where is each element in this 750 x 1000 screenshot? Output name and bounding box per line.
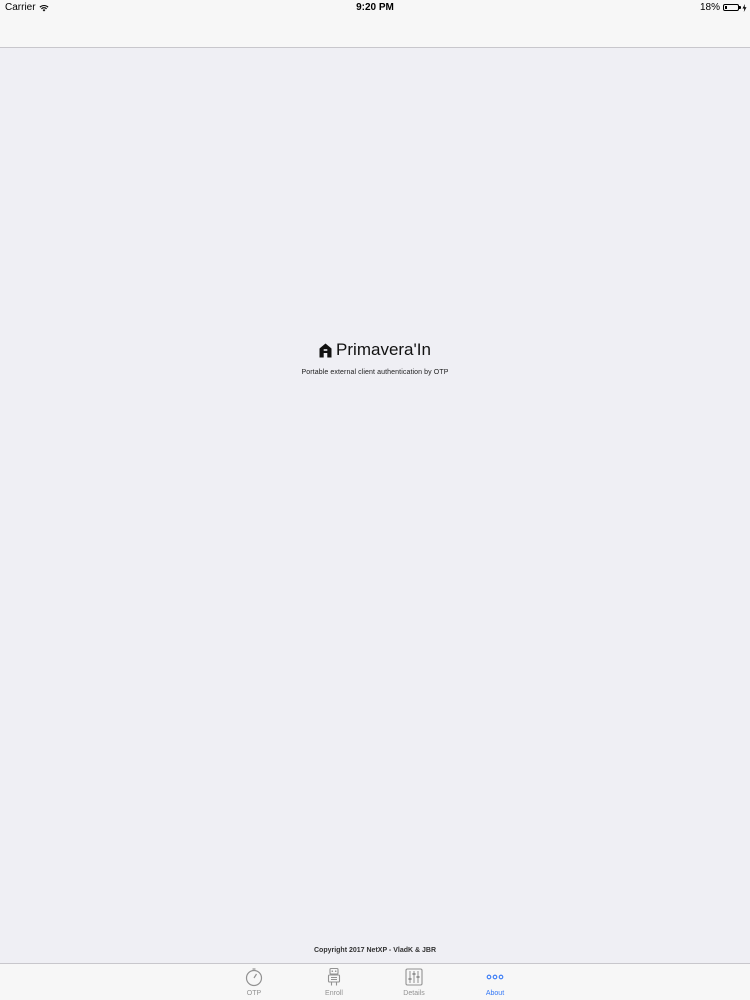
- sliders-icon: [405, 968, 423, 986]
- tab-otp-label: OTP: [246, 990, 262, 997]
- more-icon: [486, 974, 504, 980]
- tab-details[interactable]: Details: [384, 967, 444, 999]
- copyright-text: Copyright 2017 NetXP - VladK & JBR: [313, 947, 436, 954]
- app-title: Primavera'In: [319, 340, 431, 360]
- navigation-bar: Carrier 9:20 PM 18%: [0, 0, 750, 48]
- tab-otp[interactable]: OTP: [224, 967, 284, 999]
- screen: Carrier 9:20 PM 18% Primavera'In Portabl…: [0, 0, 750, 1000]
- status-right: 18%: [700, 2, 747, 13]
- tab-about[interactable]: About: [465, 967, 525, 999]
- tab-bar: OTP Enroll Details About: [0, 963, 750, 1000]
- status-time: 9:20 PM: [356, 2, 394, 13]
- tab-about-label: About: [485, 990, 505, 997]
- app-name: Primavera'In: [336, 340, 431, 359]
- house-icon: [319, 343, 332, 357]
- battery-level: [725, 6, 727, 9]
- battery-icon: [723, 4, 741, 11]
- charging-bolt-icon: [742, 3, 747, 12]
- tab-enroll[interactable]: Enroll: [304, 967, 364, 999]
- app-tagline: Portable external client authentication …: [301, 368, 449, 376]
- timer-icon: [245, 968, 263, 987]
- battery-percent: 18%: [699, 2, 720, 13]
- robot-icon: [327, 967, 341, 986]
- tab-enroll-label: Enroll: [325, 990, 343, 997]
- status-bar: Carrier 9:20 PM 18%: [0, 0, 750, 16]
- tab-details-label: Details: [403, 990, 425, 997]
- about-content: Primavera'In Portable external client au…: [0, 340, 750, 376]
